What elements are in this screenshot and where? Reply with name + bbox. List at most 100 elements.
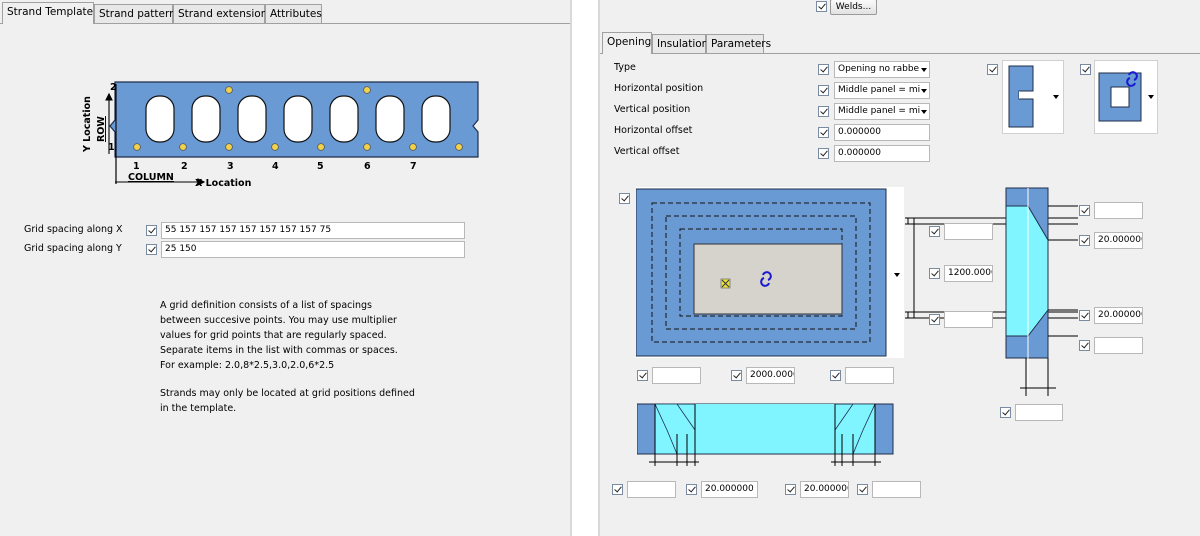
vertical-position-dropdown[interactable]: Middle panel = mi xyxy=(834,103,930,120)
vertical-offset-input[interactable]: 0.000000 xyxy=(834,145,930,162)
help-line: For example: 2.0,8*2.5,3.0,2.0,6*2.5 xyxy=(160,360,335,371)
side-section-view xyxy=(998,186,1078,396)
vertical-offset-label: Vertical offset xyxy=(614,146,680,157)
front-bot-checkbox[interactable] xyxy=(929,314,940,325)
grid-x-checkbox[interactable] xyxy=(146,225,157,236)
bottom-2-checkbox[interactable] xyxy=(686,484,697,495)
y-location-label: Y Location xyxy=(82,96,93,153)
plan-section-diagram xyxy=(636,403,894,466)
bottom-1-checkbox[interactable] xyxy=(612,484,623,495)
vertical-position-label: Vertical position xyxy=(614,104,691,115)
bottom-3-input[interactable]: 20.000000 xyxy=(800,481,849,498)
type-label: Type xyxy=(614,62,636,73)
side-section-diagram xyxy=(1005,187,1078,396)
front-top-input[interactable] xyxy=(944,223,993,240)
grid-help-text: A grid definition consists of a list of … xyxy=(160,298,430,373)
help-line: in the template. xyxy=(160,403,237,414)
column-label: COLUMN xyxy=(128,172,174,183)
help-line: A grid definition consists of a list of … xyxy=(160,300,373,311)
column-number-1: 1 xyxy=(133,161,140,172)
opening-tab-strip-line xyxy=(600,53,1200,54)
type-checkbox[interactable] xyxy=(818,64,829,75)
front-mid-checkbox[interactable] xyxy=(929,268,940,279)
type-dropdown[interactable]: Opening no rabbe xyxy=(834,61,930,78)
front-mid-input[interactable]: 1200.0000 xyxy=(944,265,993,282)
row-number-1: 1 xyxy=(108,142,115,153)
grid-y-checkbox[interactable] xyxy=(146,244,157,255)
horizontal-offset-input[interactable]: 0.000000 xyxy=(834,124,930,141)
front-top-checkbox[interactable] xyxy=(929,226,940,237)
welds-checkbox[interactable] xyxy=(816,1,827,12)
plan-section-view xyxy=(636,400,895,470)
side-below-input[interactable] xyxy=(1015,404,1063,421)
help-line: Strands may only be located at grid posi… xyxy=(160,388,415,399)
under-mid-input[interactable]: 2000.0000 xyxy=(746,367,795,384)
row-label: ROW xyxy=(96,116,107,142)
front-bot-input[interactable] xyxy=(944,311,993,328)
bottom-3-checkbox[interactable] xyxy=(785,484,796,495)
column-number-6: 6 xyxy=(364,161,371,172)
side-bot-outer-checkbox[interactable] xyxy=(1079,340,1090,351)
side-top-inner-checkbox[interactable] xyxy=(1079,235,1090,246)
chevron-down-icon xyxy=(1148,95,1154,99)
tab-strand-template[interactable]: Strand Template xyxy=(2,2,94,24)
tab-attributes[interactable]: Attributes xyxy=(265,4,322,24)
grid-y-input[interactable]: 25 150 xyxy=(161,241,465,258)
bottom-1-input[interactable] xyxy=(627,481,676,498)
x-location-label: X Location xyxy=(195,178,252,189)
grid-y-label: Grid spacing along Y xyxy=(24,243,122,254)
chevron-down-icon xyxy=(921,89,927,93)
opening-shape-picker[interactable] xyxy=(1094,60,1158,134)
bottom-4-input[interactable] xyxy=(872,481,921,498)
vertical-offset-checkbox[interactable] xyxy=(818,148,829,159)
side-top-outer-checkbox[interactable] xyxy=(1079,205,1090,216)
rabbet-type-picker[interactable] xyxy=(1002,60,1064,134)
strand-help-text: Strands may only be located at grid posi… xyxy=(160,386,430,416)
column-number-4: 4 xyxy=(272,161,279,172)
side-bot-inner-input[interactable]: 20.000000 xyxy=(1094,307,1143,324)
help-line: values for grid points that are regularl… xyxy=(160,330,387,341)
horizontal-position-dropdown[interactable]: Middle panel = mi xyxy=(834,82,930,99)
vertical-position-checkbox[interactable] xyxy=(818,106,829,117)
tab-opening[interactable]: Opening xyxy=(602,32,652,54)
tab-parameters[interactable]: Parameters xyxy=(706,34,771,54)
side-bot-inner-checkbox[interactable] xyxy=(1079,310,1090,321)
rabbet-type-checkbox[interactable] xyxy=(987,64,998,75)
help-line: Separate items in the list with commas o… xyxy=(160,345,398,356)
under-left-input[interactable] xyxy=(652,367,701,384)
horizontal-position-checkbox[interactable] xyxy=(818,85,829,96)
under-left-checkbox[interactable] xyxy=(637,370,648,381)
side-below-checkbox[interactable] xyxy=(1000,407,1011,418)
horizontal-offset-label: Horizontal offset xyxy=(614,125,693,136)
side-top-inner-input[interactable]: 20.000000 xyxy=(1094,232,1143,249)
row-number-2: 2 xyxy=(110,82,117,93)
side-bot-outer-input[interactable] xyxy=(1094,337,1143,354)
tab-insulation[interactable]: Insulation xyxy=(652,34,708,54)
chevron-down-icon xyxy=(921,110,927,114)
bottom-2-input[interactable]: 20.000000 xyxy=(701,481,758,498)
front-view-checkbox[interactable] xyxy=(619,193,630,204)
under-right-input[interactable] xyxy=(845,367,894,384)
front-view-diagram xyxy=(635,188,887,357)
tab-strand-pattern[interactable]: Strand pattern xyxy=(94,4,176,24)
opening-shape-checkbox[interactable] xyxy=(1080,64,1091,75)
under-right-checkbox[interactable] xyxy=(830,370,841,381)
grid-x-input[interactable]: 55 157 157 157 157 157 157 157 75 xyxy=(161,222,465,239)
bottom-4-checkbox[interactable] xyxy=(857,484,868,495)
column-number-3: 3 xyxy=(227,161,234,172)
front-view-picker[interactable] xyxy=(635,187,904,358)
welds-button[interactable]: Welds... xyxy=(830,0,877,15)
side-top-outer-input[interactable] xyxy=(1094,202,1143,219)
column-number-5: 5 xyxy=(317,161,324,172)
horizontal-offset-checkbox[interactable] xyxy=(818,127,829,138)
under-mid-checkbox[interactable] xyxy=(731,370,742,381)
grid-x-label: Grid spacing along X xyxy=(24,224,123,235)
chevron-down-icon xyxy=(921,68,927,72)
tab-strand-extension[interactable]: Strand extension xyxy=(173,4,267,24)
left-dialog-right-edge xyxy=(570,0,572,536)
strand-template-diagram: 2 1 1 2 3 4 5 6 7 COLUMN X Location Y Lo… xyxy=(82,81,479,189)
column-number-2: 2 xyxy=(181,161,188,172)
chevron-down-icon xyxy=(1053,95,1059,99)
horizontal-position-label: Horizontal position xyxy=(614,83,704,94)
help-line: between succesive points. You may use mu… xyxy=(160,315,397,326)
